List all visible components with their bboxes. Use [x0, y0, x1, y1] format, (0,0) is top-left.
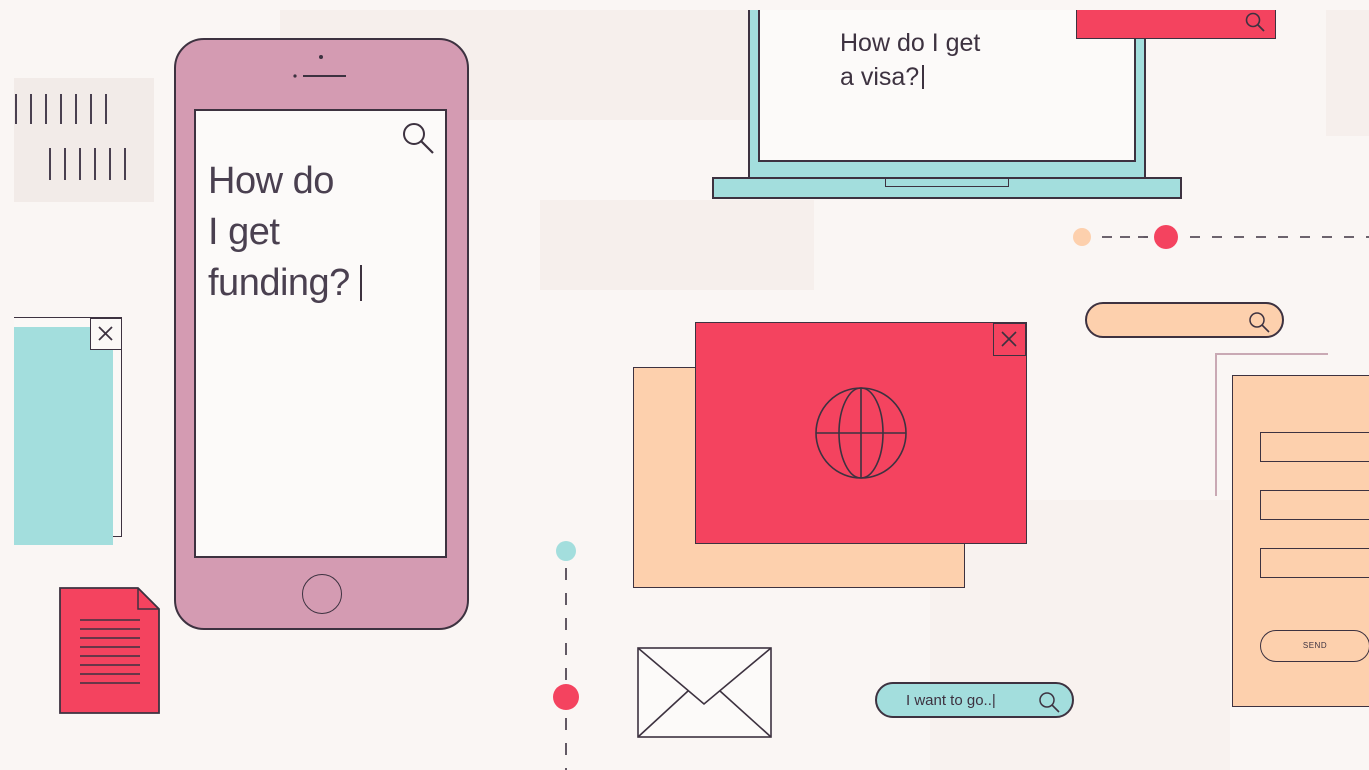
query-line: I get	[208, 211, 280, 253]
home-button-icon[interactable]	[302, 574, 342, 614]
decorative-bars	[15, 94, 126, 180]
phone-search-query[interactable]: How do I get funding?	[208, 156, 362, 309]
query-line: a visa?	[840, 60, 980, 94]
timeline	[553, 541, 579, 770]
progress-dots	[1073, 225, 1369, 249]
text-cursor	[359, 265, 362, 301]
globe-icon	[815, 387, 907, 479]
close-icon	[1001, 331, 1017, 347]
close-button[interactable]	[90, 318, 122, 350]
background-block	[540, 200, 814, 290]
mail-icon	[637, 647, 772, 738]
teal-window	[14, 327, 113, 545]
close-icon	[98, 326, 113, 341]
background-block	[1326, 10, 1369, 136]
close-button[interactable]	[993, 323, 1026, 356]
search-input-text: I want to go..|	[906, 692, 996, 709]
query-line-text: a visa?	[840, 63, 920, 91]
search-input[interactable]	[1085, 302, 1284, 338]
laptop-trackpad	[885, 177, 1009, 187]
form-field[interactable]	[1260, 490, 1369, 520]
search-icon[interactable]	[1243, 10, 1269, 36]
form-field[interactable]	[1260, 432, 1369, 462]
query-line: How do I get	[840, 29, 981, 57]
destination-search-input[interactable]: I want to go..|	[875, 682, 1074, 718]
form-field[interactable]	[1260, 548, 1369, 578]
send-button[interactable]: SEND	[1260, 630, 1369, 662]
query-line: How do	[208, 160, 334, 202]
search-icon[interactable]	[1035, 688, 1063, 716]
phone-speaker-icon	[293, 55, 346, 78]
query-line-text: funding?	[208, 262, 350, 304]
text-cursor	[922, 65, 924, 89]
document-icon	[59, 587, 160, 714]
query-line: funding?	[208, 258, 362, 309]
search-icon[interactable]	[400, 120, 440, 158]
laptop-search-bar[interactable]	[1076, 10, 1276, 39]
search-icon[interactable]	[1245, 308, 1273, 336]
laptop-search-query[interactable]: How do I get a visa?	[840, 26, 980, 94]
